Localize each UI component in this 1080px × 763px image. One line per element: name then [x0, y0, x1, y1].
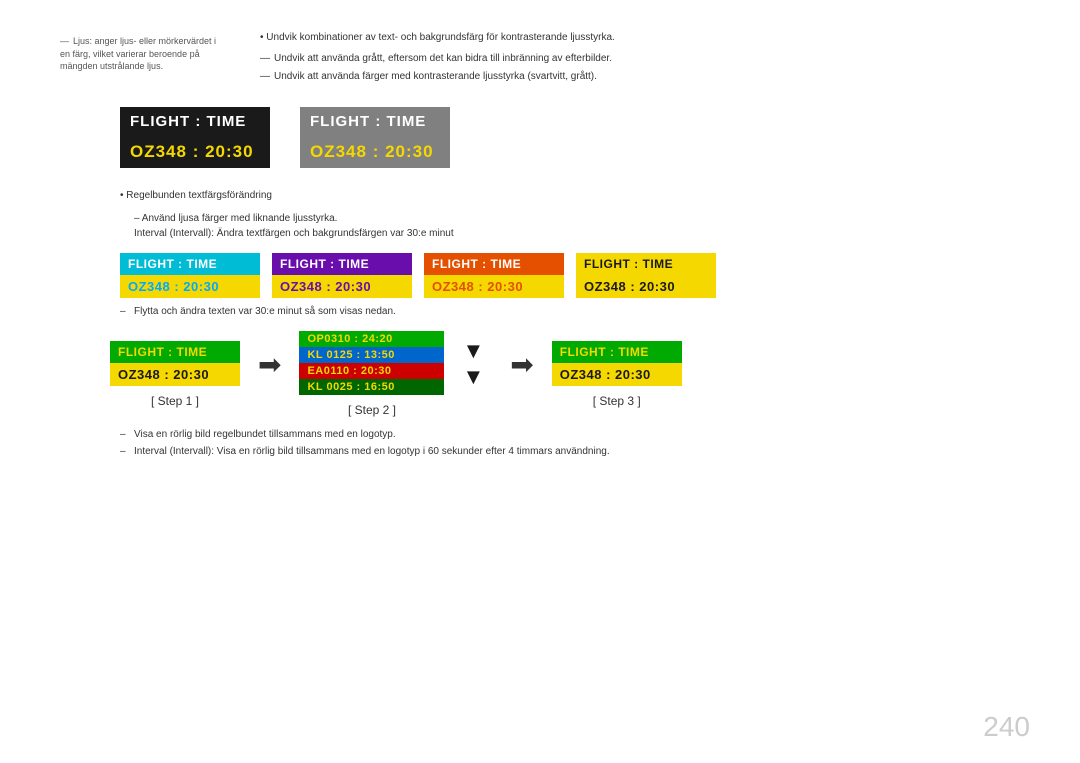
right-content: Undvik kombinationer av text- och bakgru…	[260, 30, 1020, 87]
flight-box-purple: FLIGHT : TIME OZ348 : 20:30	[272, 253, 412, 298]
step1-header: FLIGHT : TIME	[110, 341, 240, 363]
step2-label: [ Step 2 ]	[348, 403, 396, 417]
dash-note: Flytta och ändra texten var 30:e minut s…	[120, 306, 1020, 317]
flight-box-black: FLIGHT : TIME OZ348 : 20:30	[120, 107, 270, 168]
orange-header: FLIGHT : TIME	[424, 253, 564, 275]
top-dash-2: Undvik att använda färger med kontraster…	[260, 69, 1020, 85]
page: —Ljus: anger ljus- eller mörkervärdet i …	[0, 0, 1080, 763]
step3-data: OZ348 : 20:30	[552, 363, 682, 386]
flight-box-gray: FLIGHT : TIME OZ348 : 20:30	[300, 107, 450, 168]
dash-sub1: –	[134, 213, 142, 224]
step1-data: OZ348 : 20:30	[110, 363, 240, 386]
cyan-header: FLIGHT : TIME	[120, 253, 260, 275]
arrow-down-1: ▼	[462, 340, 484, 362]
purple-header: FLIGHT : TIME	[272, 253, 412, 275]
box2-data: OZ348 : 20:30	[300, 136, 450, 168]
step2-row1: OP0310 : 24:20	[299, 331, 444, 347]
yellow-header: FLIGHT : TIME	[576, 253, 716, 275]
section-bullet: Regelbunden textfärgsförändring	[120, 188, 1020, 203]
arrow-down-2: ▼	[462, 366, 484, 388]
page-number: 240	[983, 711, 1030, 743]
step3-display: FLIGHT : TIME OZ348 : 20:30	[552, 341, 682, 386]
arrow-right-2: ➡	[510, 348, 533, 381]
top-bullet-item: Undvik kombinationer av text- och bakgru…	[260, 30, 1020, 45]
top-section: —Ljus: anger ljus- eller mörkervärdet i …	[60, 30, 1020, 87]
left-note: —Ljus: anger ljus- eller mörkervärdet i …	[60, 30, 220, 87]
arrow-right-1: ➡	[258, 348, 281, 381]
box1-data: OZ348 : 20:30	[120, 136, 270, 168]
colored-row: FLIGHT : TIME OZ348 : 20:30 FLIGHT : TIM…	[60, 253, 1020, 298]
step3-box: FLIGHT : TIME OZ348 : 20:30 [ Step 3 ]	[552, 341, 682, 408]
flight-box-orange: FLIGHT : TIME OZ348 : 20:30	[424, 253, 564, 298]
final-dash-1: Visa en rörlig bild regelbundet tillsamm…	[120, 427, 1020, 442]
flight-box-cyan: FLIGHT : TIME OZ348 : 20:30	[120, 253, 260, 298]
section-text: Regelbunden textfärgsförändring – Använd…	[60, 188, 1020, 241]
step2-box: OP0310 : 24:20 KL 0125 : 13:50 EA0110 : …	[299, 331, 444, 417]
orange-data: OZ348 : 20:30	[424, 275, 564, 298]
section-bullets: Regelbunden textfärgsförändring	[120, 188, 1020, 203]
final-dash-2: Interval (Intervall): Visa en rörlig bil…	[120, 444, 1020, 459]
step3-header: FLIGHT : TIME	[552, 341, 682, 363]
step3-label: [ Step 3 ]	[593, 394, 641, 408]
box2-header: FLIGHT : TIME	[300, 107, 450, 136]
top-dash-1: Undvik att använda grått, eftersom det k…	[260, 51, 1020, 67]
steps-row: FLIGHT : TIME OZ348 : 20:30 [ Step 1 ] ➡…	[60, 331, 1020, 417]
step1-box: FLIGHT : TIME OZ348 : 20:30 [ Step 1 ]	[110, 341, 240, 408]
step2-row3: EA0110 : 20:30	[299, 363, 444, 379]
section-sub2-text: Interval (Intervall): Ändra textfärgen o…	[134, 228, 454, 239]
section-sub1-text: Använd ljusa färger med liknande ljussty…	[142, 213, 338, 224]
final-dashes: Visa en rörlig bild regelbundet tillsamm…	[60, 427, 1020, 459]
section-sub1: – Använd ljusa färger med liknande ljuss…	[120, 211, 1020, 226]
purple-data: OZ348 : 20:30	[272, 275, 412, 298]
top-bullet-list: Undvik kombinationer av text- och bakgru…	[260, 30, 1020, 45]
yellow-data: OZ348 : 20:30	[576, 275, 716, 298]
top-dash-list: Undvik att använda grått, eftersom det k…	[260, 51, 1020, 85]
flight-box-yellow: FLIGHT : TIME OZ348 : 20:30	[576, 253, 716, 298]
step1-label: [ Step 1 ]	[151, 394, 199, 408]
main-displays: FLIGHT : TIME OZ348 : 20:30 FLIGHT : TIM…	[60, 107, 1020, 168]
section-sub2: Interval (Intervall): Ändra textfärgen o…	[120, 226, 1020, 241]
box1-header: FLIGHT : TIME	[120, 107, 270, 136]
step1-display: FLIGHT : TIME OZ348 : 20:30	[110, 341, 240, 386]
step2-row4: KL 0025 : 16:50	[299, 379, 444, 395]
cyan-data: OZ348 : 20:30	[120, 275, 260, 298]
step2-row2: KL 0125 : 13:50	[299, 347, 444, 363]
step2-display: OP0310 : 24:20 KL 0125 : 13:50 EA0110 : …	[299, 331, 444, 395]
left-note-text: Ljus: anger ljus- eller mörkervärdet i e…	[60, 36, 216, 71]
arrow-down-group: ▼ ▼	[462, 340, 484, 388]
